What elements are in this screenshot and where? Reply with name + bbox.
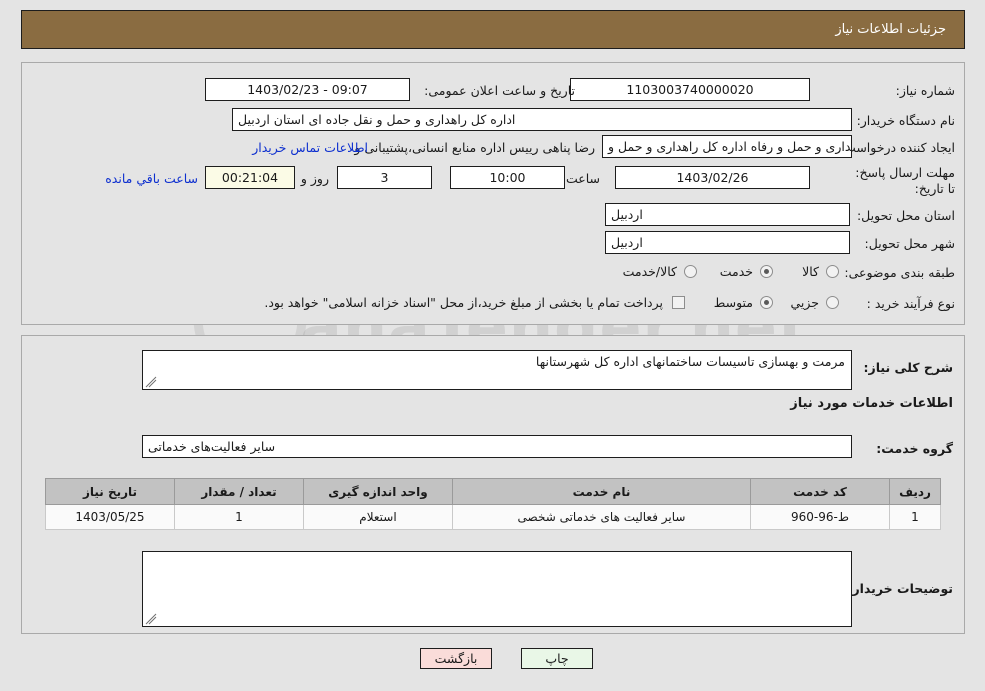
radio-process-minor[interactable] — [826, 296, 839, 309]
back-button[interactable]: بازگشت — [420, 648, 492, 669]
creator-label: ایجاد کننده درخواست: — [839, 140, 955, 155]
public-announce-label: تاریخ و ساعت اعلان عمومی: — [424, 83, 575, 98]
radio-category-goods-service[interactable] — [684, 265, 697, 278]
services-info-title: اطلاعات خدمات مورد نیاز — [790, 396, 953, 411]
column-header-qty: تعداد / مقدار — [174, 478, 304, 505]
countdown-timer: 00:21:04 — [205, 166, 295, 189]
deadline-date-value: 1403/02/26 — [615, 166, 810, 189]
buyer-notes-textarea[interactable] — [142, 551, 852, 627]
cell-date: 1403/05/25 — [45, 504, 175, 530]
cell-unit: استعلام — [303, 504, 453, 530]
remaining-days-label: روز و — [300, 171, 329, 186]
deadline-hour-label: ساعت — [565, 171, 600, 186]
province-label: استان محل تحویل: — [856, 208, 955, 223]
city-value: اردبیل — [605, 231, 850, 254]
page-title-bar: جزئیات اطلاعات نیاز — [21, 10, 965, 49]
radio-label-process-medium: متوسط — [713, 295, 753, 310]
creator-value-tail: رضا پناهی رییس اداره منابع انسانی،پشتیبا… — [354, 140, 595, 155]
column-header-name: نام خدمت — [452, 478, 751, 505]
remaining-days-value: 3 — [337, 166, 432, 189]
column-header-date: تاریخ نیاز — [45, 478, 175, 505]
general-desc-label: شرح کلی نیاز: — [863, 360, 953, 375]
radio-label-category-service: خدمت — [719, 264, 753, 279]
need-info-panel — [21, 62, 965, 325]
cell-row: 1 — [889, 504, 941, 530]
public-announce-value: 1403/02/23 - 09:07 — [205, 78, 410, 101]
creator-value: اداره کل راهداری و حمل و رفاه اداره کل ر… — [602, 135, 852, 158]
label-islamic-treasury: پرداخت تمام یا بخشی از مبلغ خرید،از محل … — [264, 295, 663, 310]
radio-process-medium[interactable] — [760, 296, 773, 309]
process-label: نوع فرآیند خرید : — [866, 296, 955, 311]
service-group-value: سایر فعالیت‌های خدماتی — [142, 435, 852, 458]
radio-category-goods[interactable] — [826, 265, 839, 278]
resize-grip-icon[interactable] — [145, 613, 157, 625]
buyer-notes-label: توضیحات خریدار: — [847, 581, 953, 596]
general-desc-textarea[interactable]: مرمت و بهسازی تاسیسات ساختمانهای اداره ک… — [142, 350, 852, 390]
cell-qty: 1 — [174, 504, 304, 530]
buyer-org-label: نام دستگاه خریدار: — [856, 113, 955, 128]
column-header-code: کد خدمت — [750, 478, 890, 505]
page-root: anaTender.net جزئیات اطلاعات نیاز شماره … — [0, 0, 985, 691]
checkbox-islamic-treasury[interactable] — [672, 296, 685, 309]
need-number-label: شماره نیاز: — [895, 83, 955, 98]
radio-label-category-goods-service: کالا/خدمت — [622, 264, 677, 279]
print-button[interactable]: چاپ — [521, 648, 593, 669]
cell-code: ط-96-960 — [750, 504, 890, 530]
province-value: اردبیل — [605, 203, 850, 226]
need-number-value: 1103003740000020 — [570, 78, 810, 101]
radio-label-category-goods: کالا — [802, 264, 819, 279]
service-group-label: گروه خدمت: — [876, 441, 953, 456]
column-header-unit: واحد اندازه گیری — [303, 478, 453, 505]
resize-grip-icon[interactable] — [145, 376, 157, 388]
deadline-label: مهلت ارسال پاسخ: تا تاریخ: — [855, 165, 955, 196]
city-label: شهر محل تحویل: — [864, 236, 955, 251]
services-table: ردیف کد خدمت نام خدمت واحد اندازه گیری ت… — [45, 478, 941, 530]
buyer-org-value: اداره کل راهداری و حمل و نقل جاده ای است… — [232, 108, 852, 131]
cell-name: سایر فعالیت های خدماتی شخصی — [452, 504, 751, 530]
table-header-row: ردیف کد خدمت نام خدمت واحد اندازه گیری ت… — [45, 478, 941, 505]
remaining-hours-label: ساعت باقي مانده — [105, 171, 198, 186]
table-row: 1 ط-96-960 سایر فعالیت های خدماتی شخصی ا… — [45, 504, 941, 530]
page-title: جزئیات اطلاعات نیاز — [835, 22, 946, 37]
general-desc-value: مرمت و بهسازی تاسیسات ساختمانهای اداره ک… — [535, 354, 845, 369]
column-header-row: ردیف — [889, 478, 941, 505]
radio-label-process-minor: جزیي — [790, 295, 819, 310]
buyer-contact-link[interactable]: اطلاعات تماس خریدار — [252, 140, 368, 155]
deadline-hour-value: 10:00 — [450, 166, 565, 189]
radio-category-service[interactable] — [760, 265, 773, 278]
category-label: طبقه بندی موضوعی: — [844, 265, 955, 280]
